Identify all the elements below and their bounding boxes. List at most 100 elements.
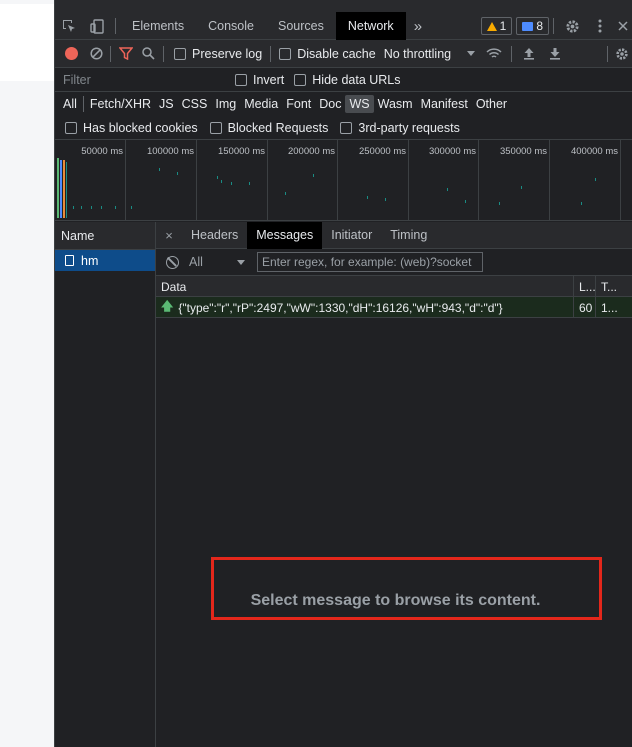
type-doc[interactable]: Doc: [315, 95, 345, 113]
network-settings-icon[interactable]: [612, 40, 632, 68]
upload-icon[interactable]: [516, 40, 542, 68]
page-panel: [0, 4, 54, 81]
throttling-select[interactable]: No throttling: [384, 47, 451, 61]
filter-icon[interactable]: [115, 40, 137, 68]
timeline-dot: [131, 206, 132, 209]
sent-arrow-icon: 🡅: [161, 299, 174, 313]
devtools-panel: Elements Console Sources Network » 1 8 P…: [54, 0, 632, 747]
invert-checkbox[interactable]: [235, 73, 247, 86]
timeline-tick-label: 250000 ms: [358, 146, 406, 157]
timeline-dot: [217, 176, 218, 179]
timeline-tick-label: 150000 ms: [217, 146, 265, 157]
timeline-dot: [73, 206, 74, 209]
warnings-badge[interactable]: 1: [480, 17, 513, 35]
tab-sources[interactable]: Sources: [266, 12, 336, 40]
clear-icon[interactable]: [86, 40, 106, 68]
hide-data-urls-label: Hide data URLs: [312, 72, 401, 87]
messages-badge[interactable]: 8: [516, 17, 549, 35]
type-manifest[interactable]: Manifest: [417, 95, 472, 113]
network-overview-timeline[interactable]: 50000 ms 100000 ms 150000 ms 200000 ms 2…: [55, 140, 632, 221]
timeline-bar: [57, 158, 59, 218]
toolbar-divider: [115, 18, 116, 34]
blocked-cookies-checkbox[interactable]: [65, 121, 77, 134]
timeline-dot: [249, 182, 250, 185]
type-css[interactable]: CSS: [178, 95, 212, 113]
chevron-down-icon[interactable]: [237, 259, 245, 265]
close-devtools-icon[interactable]: [614, 12, 632, 40]
toolbar-divider: [110, 45, 111, 62]
timeline-dot: [91, 206, 92, 209]
column-header-time[interactable]: T...: [596, 276, 632, 297]
blocked-requests-checkbox[interactable]: [209, 121, 222, 134]
regex-filter-input[interactable]: [257, 252, 483, 272]
network-toolbar: Preserve log Disable cache No throttling: [55, 40, 632, 68]
timeline-tick-label: 100000 ms: [146, 146, 194, 157]
timeline-dot: [367, 196, 368, 199]
timeline-dot: [465, 200, 466, 203]
column-header-length[interactable]: L...: [574, 276, 596, 297]
name-column-header[interactable]: Name: [55, 222, 155, 250]
timeline-tick-label: 350000 ms: [499, 146, 547, 157]
tab-timing[interactable]: Timing: [381, 222, 436, 249]
warnings-count: 1: [499, 19, 507, 33]
more-options-icon[interactable]: [586, 12, 614, 40]
toolbar-divider: [553, 18, 554, 34]
timeline-dot: [159, 168, 160, 171]
filter-input[interactable]: [61, 70, 221, 89]
more-tabs-button[interactable]: »: [406, 12, 430, 40]
page-content-area: [0, 0, 54, 747]
toolbar-divider: [607, 45, 608, 62]
search-icon[interactable]: [137, 40, 159, 68]
tab-headers[interactable]: Headers: [182, 222, 247, 249]
timeline-dot: [231, 182, 232, 185]
chevron-down-icon[interactable]: [467, 51, 476, 56]
request-row[interactable]: hm: [55, 250, 155, 271]
download-icon[interactable]: [542, 40, 568, 68]
type-wasm[interactable]: Wasm: [374, 95, 417, 113]
timeline-dot: [101, 206, 102, 209]
timeline-dot: [595, 178, 596, 181]
detail-tabs: × Headers Messages Initiator Timing: [156, 221, 632, 249]
message-type-select[interactable]: All: [189, 255, 237, 269]
request-name: hm: [81, 253, 99, 268]
timeline-gridline: [620, 140, 621, 220]
device-toolbar-icon[interactable]: [83, 12, 111, 40]
close-icon[interactable]: ×: [156, 228, 182, 243]
column-header-data[interactable]: Data: [156, 276, 574, 297]
toolbar-divider: [511, 45, 513, 62]
message-row[interactable]: 🡅 {"type":"r","rP":2497,"wW":1330,"dH":1…: [156, 297, 632, 318]
type-ws[interactable]: WS: [345, 95, 374, 113]
tab-elements[interactable]: Elements: [120, 12, 196, 40]
disable-cache-checkbox[interactable]: [279, 47, 292, 60]
message-length: 60: [574, 297, 596, 318]
type-js[interactable]: JS: [155, 95, 178, 113]
hide-data-urls-checkbox[interactable]: [294, 73, 307, 86]
inspect-element-icon[interactable]: [55, 12, 83, 40]
toolbar-divider: [270, 45, 272, 62]
request-detail-panel: × Headers Messages Initiator Timing All …: [156, 221, 632, 747]
message-time: 1...: [601, 300, 618, 315]
type-other[interactable]: Other: [472, 95, 511, 113]
type-fetch-xhr[interactable]: Fetch/XHR: [86, 95, 155, 113]
timeline-bar: [60, 160, 62, 218]
type-all[interactable]: All: [59, 95, 81, 113]
type-img[interactable]: Img: [211, 95, 240, 113]
type-media[interactable]: Media: [240, 95, 282, 113]
clear-messages-icon[interactable]: [166, 255, 179, 269]
record-icon[interactable]: [65, 47, 78, 60]
preserve-log-checkbox[interactable]: [174, 47, 186, 60]
blocked-cookies-label: Has blocked cookies: [83, 120, 198, 135]
type-font[interactable]: Font: [282, 95, 315, 113]
tab-initiator[interactable]: Initiator: [322, 222, 381, 249]
filter-bar: Invert Hide data URLs: [55, 68, 632, 92]
timeline-dot: [177, 172, 178, 175]
wifi-icon[interactable]: [481, 40, 507, 68]
tab-messages[interactable]: Messages: [247, 221, 323, 249]
resource-type-filters: All Fetch/XHR JS CSS Img Media Font Doc …: [55, 92, 632, 116]
tab-network[interactable]: Network: [335, 12, 406, 40]
timeline-bar: [66, 162, 67, 218]
gear-icon[interactable]: [558, 12, 586, 40]
requests-split-view: Name hm × Headers Messages Initiator Tim…: [55, 221, 632, 747]
third-party-checkbox[interactable]: [340, 121, 353, 134]
tab-console[interactable]: Console: [196, 12, 266, 40]
